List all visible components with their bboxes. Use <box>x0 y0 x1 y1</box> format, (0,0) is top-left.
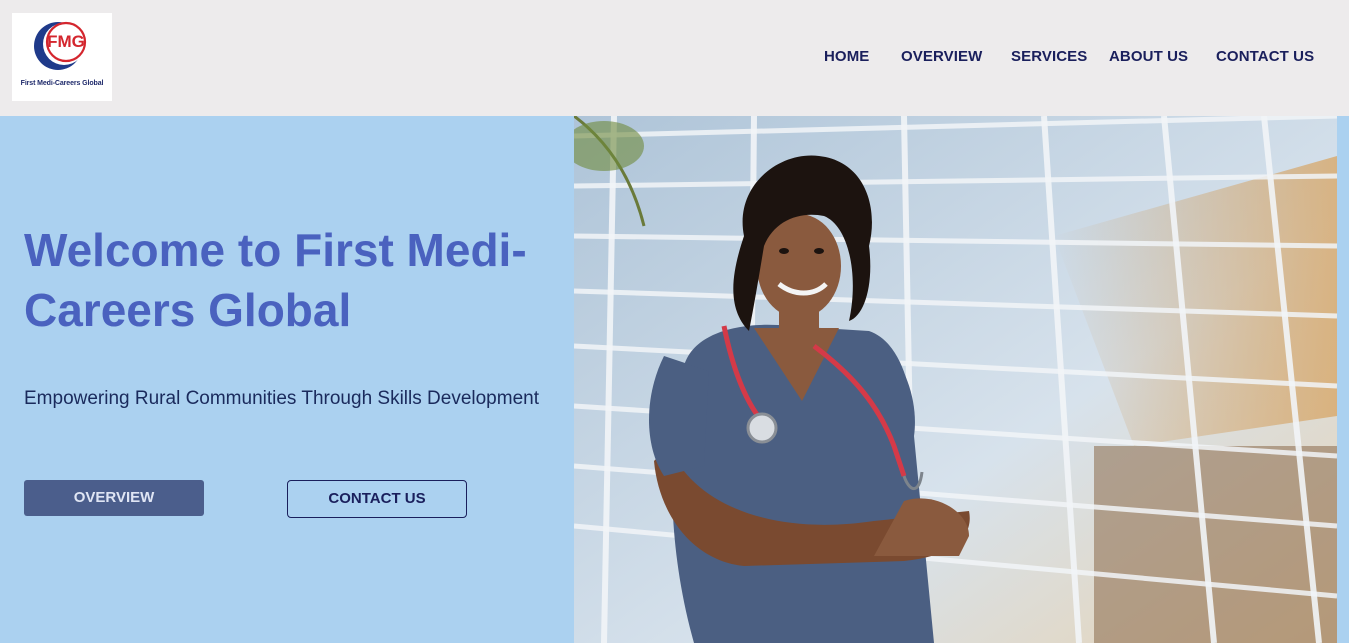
overview-button[interactable]: OVERVIEW <box>24 480 204 516</box>
nav-about-us[interactable]: ABOUT US <box>1109 48 1188 65</box>
contact-us-button[interactable]: CONTACT US <box>287 480 467 518</box>
main-nav: HOME OVERVIEW SERVICES ABOUT US CONTACT … <box>0 48 1349 70</box>
nav-contact-us[interactable]: CONTACT US <box>1216 48 1314 65</box>
logo-caption: First Medi-Careers Global <box>20 80 104 87</box>
nav-services[interactable]: SERVICES <box>1011 48 1087 65</box>
site-header: FMG First Medi-Careers Global HOME OVERV… <box>0 0 1349 116</box>
hero-subtitle: Empowering Rural Communities Through Ski… <box>24 388 539 409</box>
nurse-photo-illustration <box>574 116 1337 643</box>
hero-edge-strip <box>1337 116 1349 643</box>
hero-section <box>0 116 574 643</box>
nav-overview[interactable]: OVERVIEW <box>901 48 982 65</box>
nav-home[interactable]: HOME <box>824 48 869 65</box>
hero-title: Welcome to First Medi-Careers Global <box>24 224 527 336</box>
hero-image <box>574 116 1337 643</box>
